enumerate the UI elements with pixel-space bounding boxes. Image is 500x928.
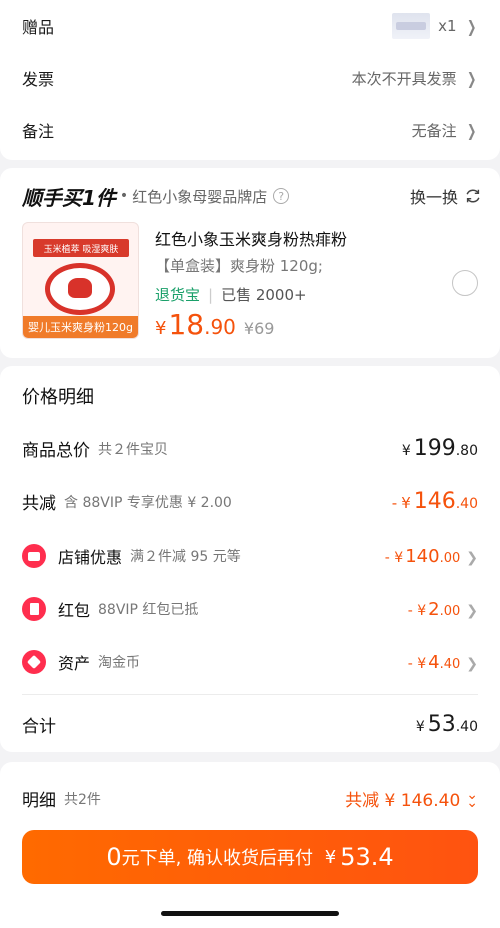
price-detail-title: 价格明细 — [22, 387, 94, 408]
sold-count: 已售 2000+ — [221, 286, 307, 304]
product-price: ¥ 18 .90 ¥69 — [155, 308, 275, 341]
shop-icon — [22, 544, 46, 568]
shop-header: 顺手买1件 • 红色小象母婴品牌店 ? 换一换 — [22, 182, 482, 210]
tag-icon — [22, 650, 46, 674]
shunshou-logo: 顺手买1件 — [22, 185, 116, 210]
order-info-card: 赠品 x1 ❯ 发票 本次不开具发票 ❯ 备注 无备注 ❯ — [0, 0, 500, 160]
chevron-right-icon: ❯ — [466, 549, 478, 566]
product-tags: 退货宝 | 已售 2000+ — [155, 285, 307, 305]
shop-discount-row[interactable]: 店铺优惠 满２件减 95 元等 - ¥ 140 .00 ❯ — [22, 544, 478, 568]
invoice-row[interactable]: 发票 本次不开具发票 ❯ — [0, 52, 500, 104]
note-label: 备注 — [22, 122, 55, 141]
swap-button[interactable]: 换一换 — [410, 184, 482, 208]
chevron-right-icon: ❯ — [466, 16, 476, 36]
red-packet-icon — [22, 597, 46, 621]
detail-summary[interactable]: 明细 共2件 共减 ¥ 146.40 ⌄ ⌄ — [22, 786, 478, 812]
select-radio[interactable] — [452, 270, 478, 296]
double-chevron-down-icon: ⌄ ⌄ — [466, 786, 478, 811]
gift-row[interactable]: 赠品 x1 ❯ — [0, 0, 500, 52]
home-indicator — [161, 911, 339, 916]
note-row[interactable]: 备注 无备注 ❯ — [0, 104, 500, 156]
refresh-icon — [466, 189, 480, 203]
note-value: 无备注 — [411, 121, 457, 140]
assets-row[interactable]: 资产 淘金币 - ¥ 4 .40 ❯ — [22, 650, 478, 674]
total-price-amount: ¥ 199 .80 — [401, 436, 478, 461]
total-saving: 共减 ¥ 146.40 — [345, 791, 461, 811]
product-image[interactable]: 玉米植萃 吸湿爽肤 婴儿玉米爽身粉120g — [22, 222, 139, 339]
total-reduction-row: 共减 含 88VIP 专享优惠 ¥ 2.00 - ¥ 146 .40 — [22, 489, 478, 514]
invoice-value: 本次不开具发票 — [351, 69, 457, 88]
shop-name[interactable]: 红色小象母婴品牌店 — [132, 186, 267, 207]
invoice-label: 发票 — [22, 70, 55, 89]
chevron-right-icon: ❯ — [466, 655, 478, 672]
product-spec: 【单盒装】爽身粉 120g; — [155, 257, 323, 275]
divider — [22, 694, 478, 695]
subtotal-row: 合计 ¥ 53 .40 — [22, 712, 478, 737]
product-title[interactable]: 红色小象玉米爽身粉热痱粉 — [155, 226, 347, 250]
total-price-row: 商品总价 共２件宝贝 ¥ 199 .80 — [22, 436, 478, 461]
gift-label: 赠品 — [22, 18, 55, 37]
subtotal-amount: ¥ 53 .40 — [415, 712, 478, 737]
gift-thumbnail — [392, 13, 431, 39]
red-packet-row[interactable]: 红包 88VIP 红包已抵 - ¥ 2 .00 ❯ — [22, 597, 478, 621]
chevron-right-icon: ❯ — [466, 602, 478, 619]
gift-quantity: x1 — [438, 17, 457, 35]
original-price: ¥69 — [243, 319, 275, 338]
info-icon[interactable]: ? — [273, 188, 290, 204]
chevron-right-icon: ❯ — [466, 68, 476, 88]
total-reduction-amount: - ¥ 146 .40 — [391, 489, 478, 514]
submit-order-button[interactable]: 0 元下单, 确认收货后再付 ¥ 53.4 — [22, 830, 478, 884]
return-insurance-tag: 退货宝 — [155, 286, 201, 304]
chevron-right-icon: ❯ — [466, 120, 476, 140]
